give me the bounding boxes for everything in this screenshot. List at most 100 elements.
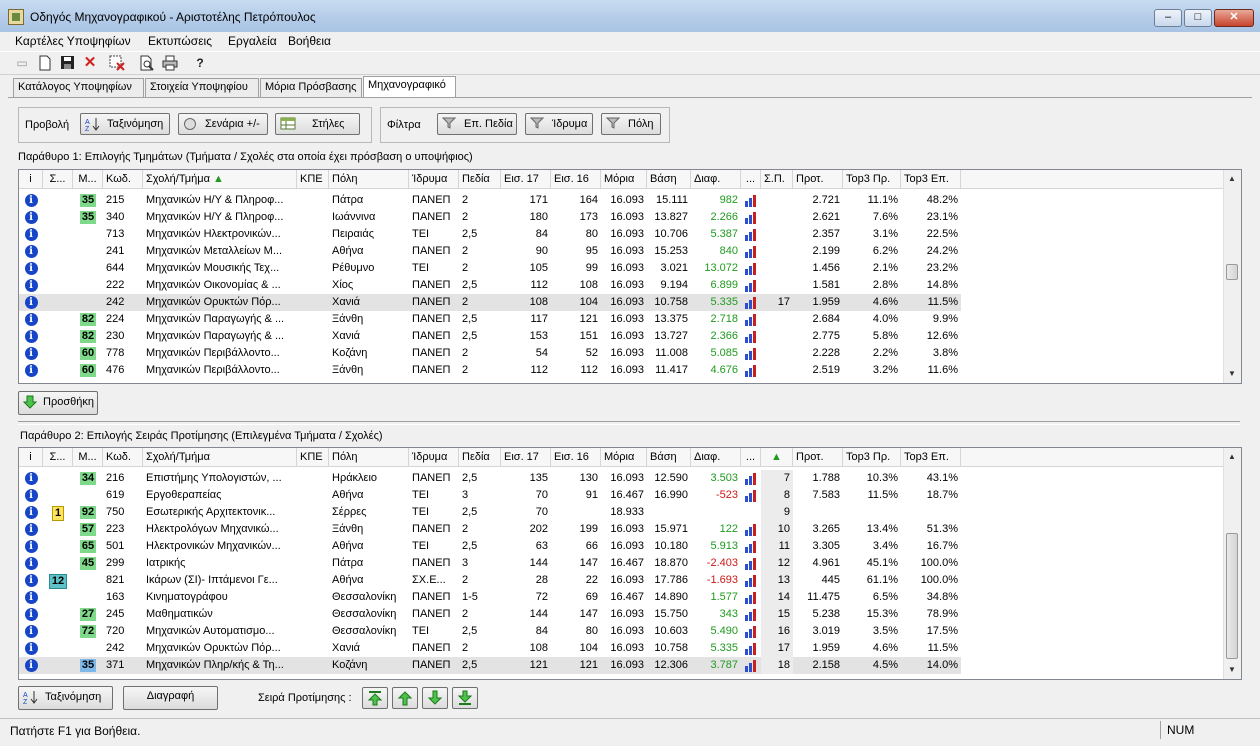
column-header[interactable]: Μόρια xyxy=(601,170,647,188)
table-row[interactable]: i 242 Μηχανικών Ορυκτών Πόρ... Χανιά ΠΑΝΕΠ 2 1… xyxy=(19,640,961,657)
info-icon[interactable]: i xyxy=(24,523,38,536)
column-header[interactable]: Top3 Πρ. xyxy=(843,448,901,466)
table-row[interactable]: i 82 224 Μηχανικών Παραγωγής & ... Ξάνθη ΠΑΝΕ… xyxy=(19,311,961,328)
scroll-down-arrow[interactable]: ▼ xyxy=(1226,664,1238,676)
menu-help[interactable]: Βοήθεια xyxy=(288,34,331,48)
columns-button[interactable]: Στήλες xyxy=(275,113,360,135)
bar-chart-icon[interactable] xyxy=(744,558,758,570)
scroll-up-arrow[interactable]: ▲ xyxy=(1226,451,1238,463)
clear-selection-icon[interactable] xyxy=(109,55,125,71)
column-header[interactable]: Εισ. 16 xyxy=(551,170,601,188)
table-row[interactable]: i 57 223 Ηλεκτρολόγων Μηχανικώ... Ξάνθη ΠΑΝΕΠ… xyxy=(19,521,961,538)
table-row[interactable]: i 35 371 Μηχανικών Πληρ/κής & Τη... Κοζάνη ΠΑ… xyxy=(19,657,961,674)
table-row[interactable]: i 1 92 750 Εσωτερικής Αρχιτεκτονικ... Σέρρες Τ… xyxy=(19,504,961,521)
bar-chart-icon[interactable] xyxy=(744,348,758,360)
bar-chart-icon[interactable] xyxy=(744,314,758,326)
column-header[interactable]: Ίδρυμα xyxy=(409,448,459,466)
column-header[interactable]: Πόλη xyxy=(329,170,409,188)
info-icon[interactable]: i xyxy=(24,608,38,621)
close-button[interactable]: ✕ xyxy=(1214,9,1254,27)
column-header[interactable]: Βάση xyxy=(647,448,691,466)
column-header[interactable]: Εισ. 16 xyxy=(551,448,601,466)
column-header[interactable]: i xyxy=(19,170,43,188)
tab-access-points[interactable]: Μόρια Πρόσβασης xyxy=(260,78,362,97)
bar-chart-icon[interactable] xyxy=(744,297,758,309)
column-header[interactable]: Top3 Πρ. xyxy=(843,170,901,188)
delete-icon[interactable]: ✕ xyxy=(82,55,98,71)
scroll-up-arrow[interactable]: ▲ xyxy=(1226,173,1238,185)
column-header[interactable]: Σχολή/Τμήμα ▲ xyxy=(143,170,297,188)
move-up-button[interactable] xyxy=(392,687,418,709)
info-icon[interactable]: i xyxy=(24,659,38,672)
info-icon[interactable]: i xyxy=(24,506,38,519)
column-header[interactable]: ΚΠΕ xyxy=(297,448,329,466)
bottom-sort-button[interactable]: A Z Ταξινόμηση xyxy=(18,686,113,710)
table-row[interactable]: i 12 821 Ικάρων (ΣΙ)- Ιπτάμενοι Γε... Αθήνα Σ… xyxy=(19,572,961,589)
vertical-scrollbar[interactable]: ▲ ▼ xyxy=(1223,448,1241,679)
menu-candidate-cards[interactable]: Καρτέλες Υποψηφίων xyxy=(15,34,131,48)
bar-chart-icon[interactable] xyxy=(744,660,758,672)
column-header[interactable]: Σ.Π. xyxy=(761,170,793,188)
bar-chart-icon[interactable] xyxy=(744,331,758,343)
bar-chart-icon[interactable] xyxy=(744,575,758,587)
info-icon[interactable]: i xyxy=(24,557,38,570)
bar-chart-icon[interactable] xyxy=(744,263,758,275)
menu-printouts[interactable]: Εκτυπώσεις xyxy=(148,34,212,48)
column-header[interactable]: Κωδ. xyxy=(103,448,143,466)
column-header[interactable]: ΚΠΕ xyxy=(297,170,329,188)
print-icon[interactable] xyxy=(162,55,178,71)
info-icon[interactable]: i xyxy=(24,540,38,553)
bar-chart-icon[interactable] xyxy=(744,195,758,207)
move-down-button[interactable] xyxy=(422,687,448,709)
minimize-button[interactable]: – xyxy=(1154,9,1182,27)
info-icon[interactable]: i xyxy=(24,228,38,241)
info-icon[interactable]: i xyxy=(24,194,38,207)
table-row[interactable]: i 241 Μηχανικών Μεταλλείων Μ... Αθήνα ΠΑΝΕΠ 2… xyxy=(19,243,961,260)
column-header[interactable]: Σχολή/Τμήμα xyxy=(143,448,297,466)
table-row[interactable]: i 27 245 Μαθηματικών Θεσσαλονίκη ΠΑΝΕΠ 2 144 147… xyxy=(19,606,961,623)
info-icon[interactable]: i xyxy=(24,625,38,638)
print-preview-icon[interactable] xyxy=(139,55,155,71)
info-icon[interactable]: i xyxy=(24,347,38,360)
column-header[interactable]: Εισ. 17 xyxy=(501,170,551,188)
column-header[interactable]: Μόρια xyxy=(601,448,647,466)
add-button[interactable]: Προσθήκη xyxy=(18,391,98,415)
info-icon[interactable]: i xyxy=(24,330,38,343)
bar-chart-icon[interactable] xyxy=(744,524,758,536)
table-row[interactable]: i 34 216 Επιστήμης Υπολογιστών, ... Ηράκλειο… xyxy=(19,470,961,487)
column-header[interactable]: Βάση xyxy=(647,170,691,188)
sort-button[interactable]: A Z Ταξινόμηση xyxy=(80,113,170,135)
info-icon[interactable]: i xyxy=(24,364,38,377)
scroll-thumb[interactable] xyxy=(1226,533,1238,659)
bar-chart-icon[interactable] xyxy=(744,246,758,258)
info-icon[interactable]: i xyxy=(24,245,38,258)
table-row[interactable]: i 65 501 Ηλεκτρονικών Μηχανικών... Αθήνα ΤΕΙ 2… xyxy=(19,538,961,555)
bar-chart-icon[interactable] xyxy=(744,490,758,502)
column-header[interactable]: Πόλη xyxy=(329,448,409,466)
table-row[interactable]: i 222 Μηχανικών Οικονομίας & ... Χίος ΠΑΝΕΠ 2… xyxy=(19,277,961,294)
column-header[interactable]: Κωδ. xyxy=(103,170,143,188)
column-header[interactable]: Πεδία xyxy=(459,170,501,188)
column-header[interactable]: Top3 Επ. xyxy=(901,448,961,466)
table-row[interactable]: i 242 Μηχανικών Ορυκτών Πόρ... Χανιά ΠΑΝΕΠ 2 1… xyxy=(19,294,961,311)
bar-chart-icon[interactable] xyxy=(744,212,758,224)
bar-chart-icon[interactable] xyxy=(744,626,758,638)
delete-button[interactable]: Διαγραφή xyxy=(123,686,218,710)
bar-chart-icon[interactable] xyxy=(744,643,758,655)
info-icon[interactable]: i xyxy=(24,472,38,485)
column-header[interactable]: Προτ. xyxy=(793,448,843,466)
column-header[interactable]: i xyxy=(19,448,43,466)
table-row[interactable]: i 60 476 Μηχανικών Περιβάλλοντο... Ξάνθη ΠΑΝΕ… xyxy=(19,362,961,379)
table-row[interactable]: i 35 340 Μηχανικών Η/Υ & Πληροφ... Ιωάννινα Π… xyxy=(19,209,961,226)
column-header[interactable]: Top3 Επ. xyxy=(901,170,961,188)
info-icon[interactable]: i xyxy=(24,313,38,326)
scroll-down-arrow[interactable]: ▼ xyxy=(1226,368,1238,380)
info-icon[interactable]: i xyxy=(24,262,38,275)
help-icon[interactable]: ? xyxy=(192,55,208,71)
column-header[interactable]: ... xyxy=(741,448,761,466)
column-header[interactable]: ▲ xyxy=(761,448,793,466)
bar-chart-icon[interactable] xyxy=(744,229,758,241)
column-header[interactable]: Προτ. xyxy=(793,170,843,188)
preferences-grid[interactable]: i Σ... Μ... Κωδ. Σχολή/Τμήμα ΚΠΕ Πόλη Ίδρυμα Πεδ… xyxy=(18,447,1242,680)
table-row[interactable]: i 82 230 Μηχανικών Παραγωγής & ... Χανιά ΠΑΝΕ… xyxy=(19,328,961,345)
